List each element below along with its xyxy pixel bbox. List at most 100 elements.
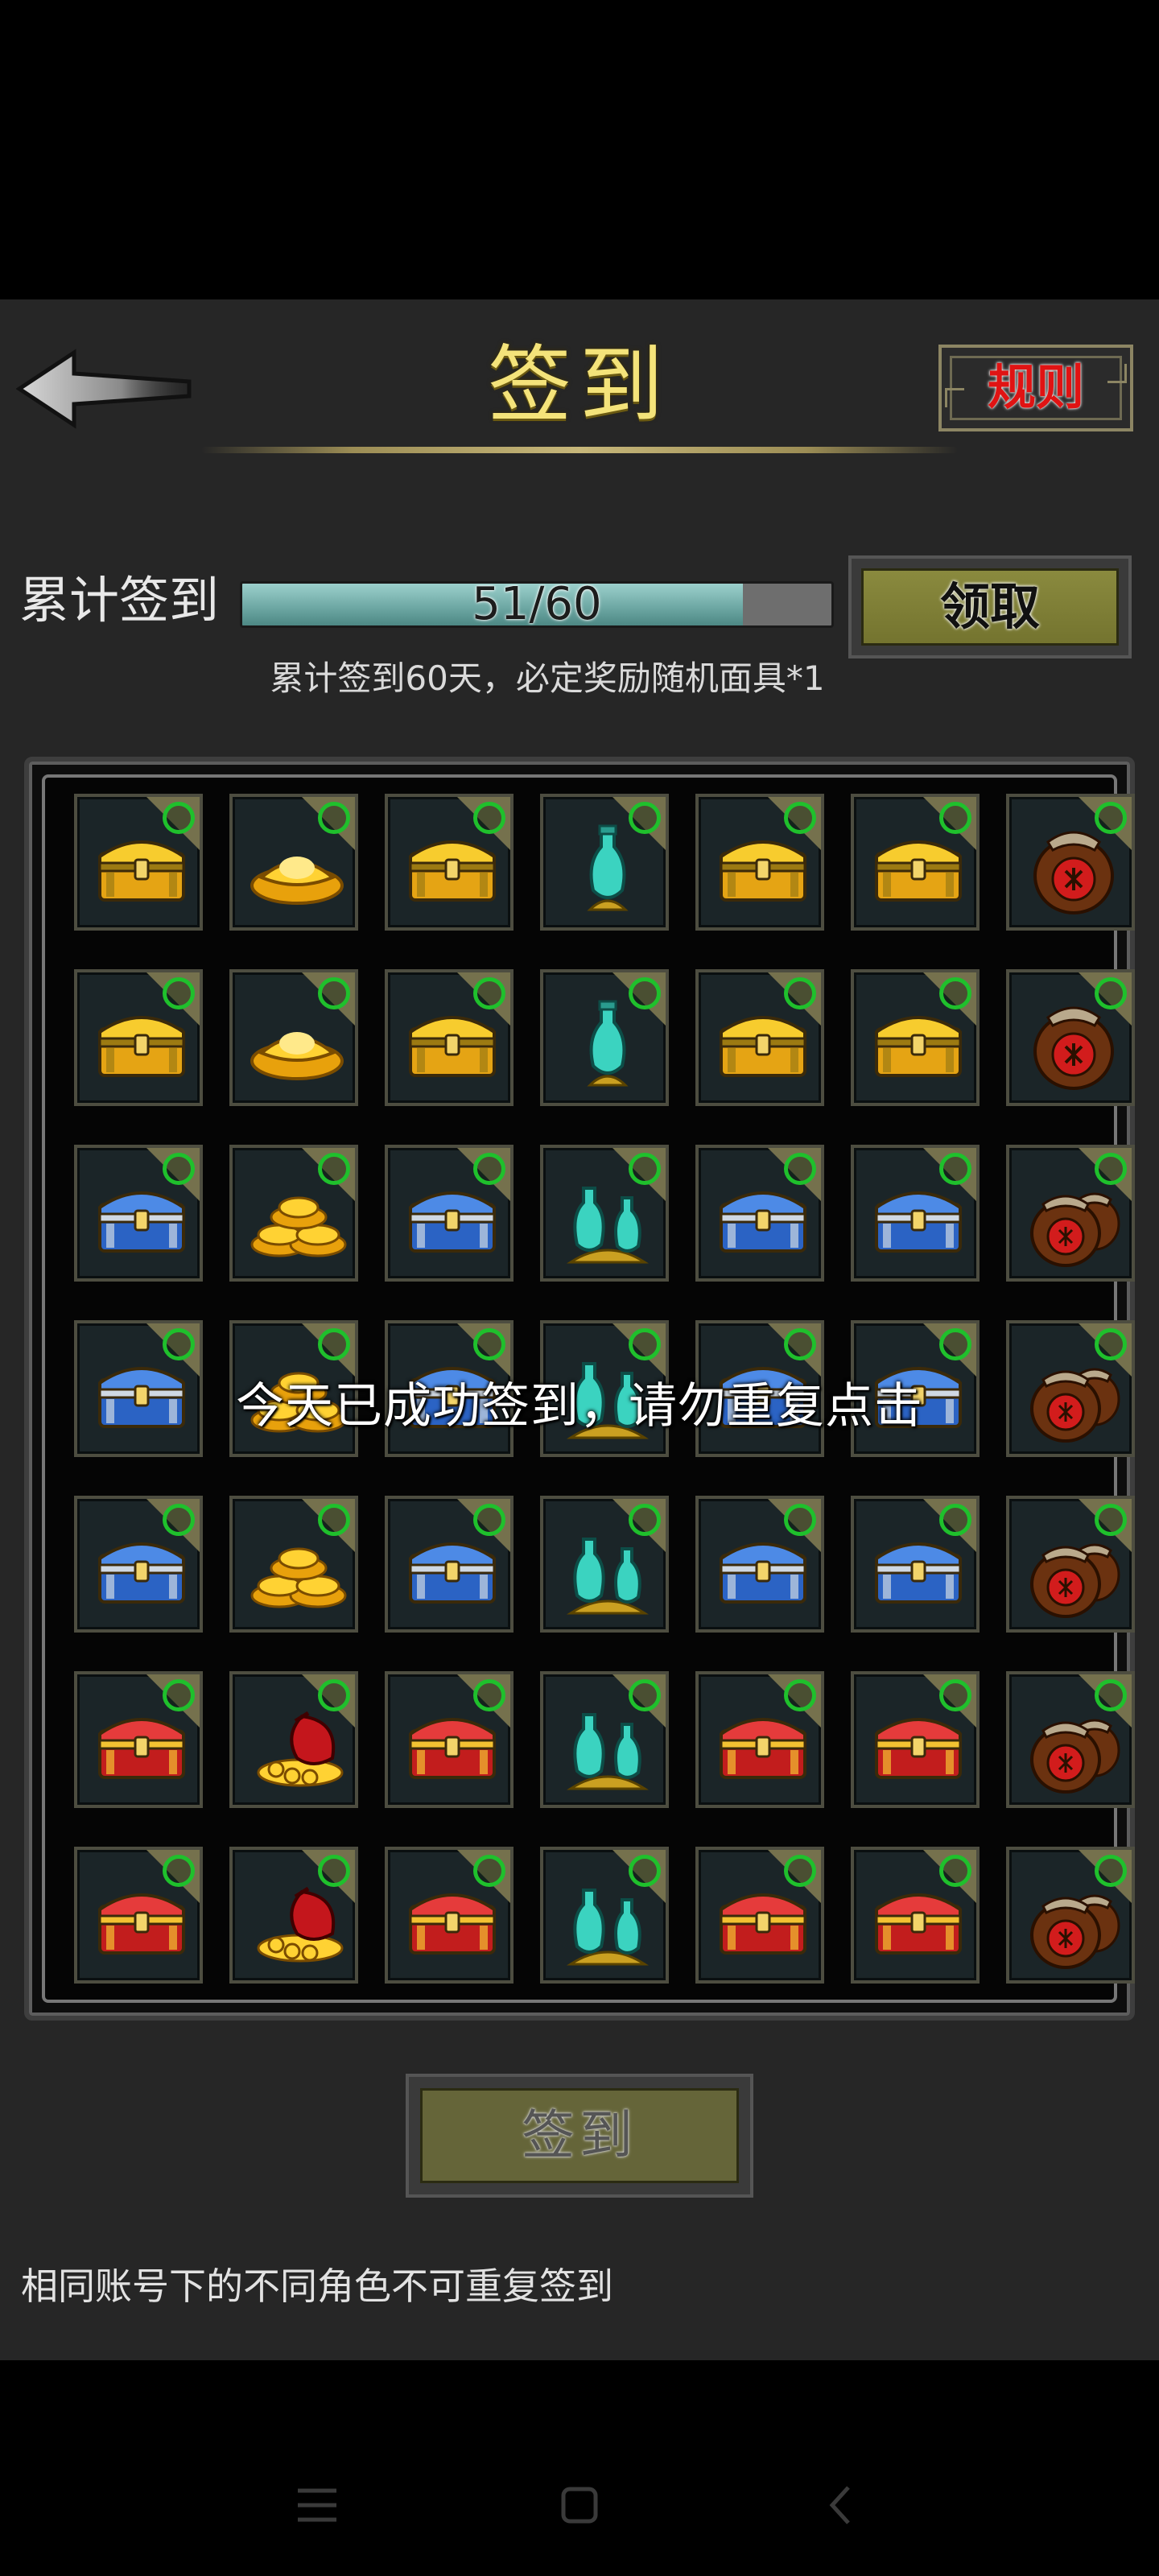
cumulative-label: 累计签到 xyxy=(19,571,220,630)
check-circle-icon xyxy=(163,1504,195,1536)
bonus-note: 累计签到60天，必定奖励随机面具*1 xyxy=(270,658,825,698)
reward-day-cell[interactable] xyxy=(695,969,824,1106)
page-title: 签到 xyxy=(487,336,671,434)
reward-day-cell[interactable] xyxy=(229,1496,358,1633)
back-arrow-icon[interactable] xyxy=(15,345,193,433)
check-circle-icon xyxy=(473,1855,505,1887)
reward-day-cell[interactable] xyxy=(1006,1145,1135,1282)
check-circle-icon xyxy=(318,1679,350,1711)
progress-text: 51/60 xyxy=(472,581,602,628)
reward-day-cell[interactable] xyxy=(695,1671,824,1808)
check-circle-icon xyxy=(784,1504,816,1536)
check-circle-icon xyxy=(1095,1855,1127,1887)
reward-day-cell[interactable] xyxy=(229,969,358,1106)
check-circle-icon xyxy=(784,1855,816,1887)
check-circle-icon xyxy=(939,1679,971,1711)
check-circle-icon xyxy=(318,1504,350,1536)
check-circle-icon xyxy=(784,1328,816,1360)
rules-label: 规则 xyxy=(988,360,1084,416)
check-circle-icon xyxy=(939,1855,971,1887)
check-circle-icon xyxy=(784,1679,816,1711)
check-circle-icon xyxy=(629,1328,661,1360)
back-icon[interactable] xyxy=(816,2479,868,2531)
reward-day-cell[interactable] xyxy=(229,1145,358,1282)
reward-day-cell[interactable] xyxy=(540,1496,669,1633)
reward-day-cell[interactable] xyxy=(74,1847,203,1984)
reward-day-cell[interactable] xyxy=(229,1847,358,1984)
reward-day-cell[interactable] xyxy=(695,1145,824,1282)
reward-day-cell[interactable] xyxy=(385,969,514,1106)
check-circle-icon xyxy=(318,802,350,834)
check-circle-icon xyxy=(318,1855,350,1887)
reward-day-cell[interactable] xyxy=(851,969,980,1106)
reward-day-cell[interactable] xyxy=(74,1671,203,1808)
check-circle-icon xyxy=(939,802,971,834)
footer-note: 相同账号下的不同角色不可重复签到 xyxy=(21,2264,613,2308)
check-circle-icon xyxy=(939,977,971,1009)
check-circle-icon xyxy=(784,802,816,834)
check-circle-icon xyxy=(1095,1504,1127,1536)
check-circle-icon xyxy=(163,802,195,834)
reward-day-cell[interactable] xyxy=(851,1671,980,1808)
reward-day-cell[interactable] xyxy=(229,794,358,931)
reward-day-cell[interactable] xyxy=(385,794,514,931)
reward-day-cell[interactable] xyxy=(74,969,203,1106)
check-circle-icon xyxy=(629,1855,661,1887)
check-circle-icon xyxy=(1095,1679,1127,1711)
reward-day-cell[interactable] xyxy=(74,1496,203,1633)
reward-day-cell[interactable] xyxy=(1006,1847,1135,1984)
check-circle-icon xyxy=(473,977,505,1009)
reward-day-cell[interactable] xyxy=(695,794,824,931)
rules-button[interactable]: 规则 xyxy=(938,345,1133,431)
system-navbar xyxy=(0,2360,1159,2576)
reward-day-cell[interactable] xyxy=(1006,794,1135,931)
check-circle-icon xyxy=(939,1504,971,1536)
reward-day-cell[interactable] xyxy=(385,1145,514,1282)
check-circle-icon xyxy=(473,1504,505,1536)
check-circle-icon xyxy=(473,1328,505,1360)
check-circle-icon xyxy=(163,1153,195,1185)
claim-button[interactable]: 领取 xyxy=(848,555,1132,658)
reward-day-cell[interactable] xyxy=(540,794,669,931)
check-circle-icon xyxy=(939,1153,971,1185)
reward-day-cell[interactable] xyxy=(540,1671,669,1808)
reward-day-cell[interactable] xyxy=(851,1145,980,1282)
check-circle-icon xyxy=(784,1153,816,1185)
check-circle-icon xyxy=(163,1679,195,1711)
check-circle-icon xyxy=(473,1679,505,1711)
signin-button[interactable]: 签到 xyxy=(406,2074,753,2198)
reward-day-cell[interactable] xyxy=(1006,1496,1135,1633)
reward-day-cell[interactable] xyxy=(540,1847,669,1984)
check-circle-icon xyxy=(163,977,195,1009)
reward-day-cell[interactable] xyxy=(851,1496,980,1633)
check-circle-icon xyxy=(629,1679,661,1711)
check-circle-icon xyxy=(939,1328,971,1360)
reward-day-cell[interactable] xyxy=(74,794,203,931)
check-circle-icon xyxy=(318,977,350,1009)
menu-icon[interactable] xyxy=(291,2479,343,2531)
signin-label: 签到 xyxy=(522,2104,637,2166)
toast-message: 今天已成功签到，请勿重复点击 xyxy=(236,1378,923,1435)
reward-day-cell[interactable] xyxy=(695,1496,824,1633)
reward-day-cell[interactable] xyxy=(385,1671,514,1808)
reward-day-cell[interactable] xyxy=(74,1145,203,1282)
check-circle-icon xyxy=(318,1328,350,1360)
reward-day-cell[interactable] xyxy=(385,1847,514,1984)
reward-day-cell[interactable] xyxy=(851,1847,980,1984)
reward-day-cell[interactable] xyxy=(229,1671,358,1808)
reward-day-cell[interactable] xyxy=(385,1496,514,1633)
reward-day-cell[interactable] xyxy=(1006,969,1135,1106)
check-circle-icon xyxy=(473,1153,505,1185)
reward-day-cell[interactable] xyxy=(540,1145,669,1282)
check-circle-icon xyxy=(1095,802,1127,834)
reward-day-cell[interactable] xyxy=(540,969,669,1106)
reward-day-cell[interactable] xyxy=(1006,1671,1135,1808)
check-circle-icon xyxy=(318,1153,350,1185)
home-icon[interactable] xyxy=(554,2479,605,2531)
check-circle-icon xyxy=(629,1153,661,1185)
check-circle-icon xyxy=(629,1504,661,1536)
check-circle-icon xyxy=(629,977,661,1009)
reward-day-cell[interactable] xyxy=(695,1847,824,1984)
reward-day-cell[interactable] xyxy=(851,794,980,931)
check-circle-icon xyxy=(163,1855,195,1887)
